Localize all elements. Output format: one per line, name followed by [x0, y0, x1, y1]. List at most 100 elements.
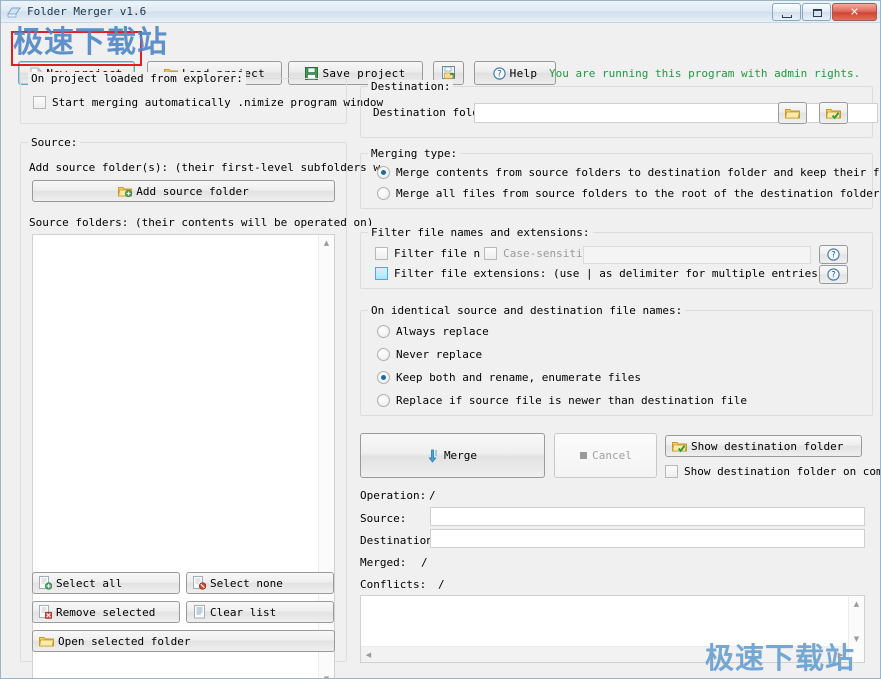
conflicts-value: / [438, 578, 445, 591]
identical-option-1-label: Never replace [396, 348, 483, 361]
destination-folder-input[interactable] [474, 103, 878, 123]
operation-value: / [429, 489, 436, 502]
close-icon: ✕ [849, 5, 860, 19]
replace-if-newer-radio[interactable] [377, 394, 390, 407]
identical-option-3-label: Replace if source file is newer than des… [396, 394, 747, 407]
filter-caption: Filter file names and extensions: [368, 226, 593, 239]
filter-file-names-checkbox[interactable] [375, 247, 388, 260]
identical-option-0-label: Always replace [396, 325, 489, 338]
merge-button[interactable]: Merge [360, 433, 545, 478]
status-destination-label: Destination: [360, 534, 440, 547]
minimize-button[interactable] [772, 3, 801, 21]
merging-type-option-0[interactable]: Merge contents from source folders to de… [377, 166, 881, 179]
identical-option-2-label: Keep both and rename, enumerate files [396, 371, 642, 384]
scroll-left-icon[interactable]: ◀ [361, 648, 376, 662]
status-source-value[interactable] [430, 507, 865, 526]
scroll-up-icon[interactable]: ▲ [319, 235, 334, 250]
select-all-icon [39, 576, 52, 590]
svg-text:?: ? [497, 69, 502, 79]
keep-both-rename-radio[interactable] [377, 371, 390, 384]
cancel-label: Cancel [592, 449, 632, 462]
filter-file-names-help-button[interactable]: ? [819, 245, 848, 264]
folder-merge-icon [7, 5, 22, 20]
status-destination-value[interactable] [430, 529, 865, 548]
question-icon: ? [827, 268, 840, 281]
filter-group: Filter file names and extensions: Filter… [360, 226, 873, 289]
browse-destination-button[interactable] [778, 102, 807, 124]
maximize-button[interactable] [802, 3, 831, 21]
folder-check-icon [826, 107, 841, 120]
identical-option-3[interactable]: Replace if source file is newer than des… [377, 394, 747, 407]
select-none-button[interactable]: Select none [186, 572, 334, 594]
source-folders-hint: Source folders: (their contents will be … [29, 216, 374, 229]
scroll-down-icon[interactable]: ▼ [849, 631, 864, 646]
identical-names-caption: On identical source and destination file… [368, 304, 686, 317]
svg-text:?: ? [831, 271, 836, 281]
show-destination-folder-button[interactable]: Show destination folder [665, 435, 862, 457]
never-replace-radio[interactable] [377, 348, 390, 361]
filter-file-extensions-checkbox[interactable] [375, 267, 388, 280]
merge-flatten-radio[interactable] [377, 187, 390, 200]
destination-caption: Destination: [368, 80, 454, 93]
help-label: Help [509, 66, 538, 80]
identical-option-2[interactable]: Keep both and rename, enumerate files [377, 371, 641, 384]
folder-check-icon [672, 440, 687, 453]
identical-option-1[interactable]: Never replace [377, 348, 482, 361]
merging-type-option-0-label: Merge contents from source folders to de… [396, 166, 881, 179]
toolbar: New project Load project Save project [1, 24, 880, 85]
case-sensitive-label: Case-sensitive [503, 247, 596, 260]
stop-square-icon [579, 451, 588, 460]
scroll-up-icon[interactable]: ▲ [849, 596, 864, 611]
operation-label: Operation: [360, 489, 427, 502]
open-selected-folder-button[interactable]: Open selected folder [32, 630, 335, 652]
clear-list-button[interactable]: Clear list [186, 601, 334, 623]
question-icon: ? [492, 66, 506, 80]
add-source-hint: Add source folder(s): (their first-level… [29, 161, 380, 174]
minimize-icon [782, 15, 792, 18]
source-group: Source: Add source folder(s): (their fir… [20, 136, 380, 678]
admin-rights-notice: You are running this program with admin … [549, 67, 861, 80]
log-horizontal-scrollbar[interactable]: ◀ ▶ [361, 646, 848, 662]
source-caption: Source: [28, 136, 81, 149]
window-controls: ✕ [772, 3, 877, 21]
folder-add-icon [118, 185, 133, 197]
cancel-button[interactable]: Cancel [554, 433, 657, 478]
auto-merge-row[interactable]: Start merging automatically .nimize prog… [33, 96, 383, 109]
always-replace-radio[interactable] [377, 325, 390, 338]
question-icon: ? [827, 248, 840, 261]
merging-type-option-1-label: Merge all files from source folders to t… [396, 187, 880, 200]
filter-file-extensions-help-button[interactable]: ? [819, 265, 848, 284]
auto-merge-label: Start merging automatically .nimize prog… [52, 96, 384, 109]
remove-selected-button[interactable]: Remove selected [32, 601, 180, 623]
scroll-right-icon[interactable]: ▶ [833, 648, 848, 662]
case-sensitive-checkbox[interactable] [484, 247, 498, 260]
show-on-complete-row[interactable]: Show destination folder on comple [665, 465, 880, 478]
log-output[interactable]: ▲ ▼ ◀ ▶ [360, 595, 865, 663]
filter-file-extensions-row[interactable]: Filter file extensions: (use | as delimi… [375, 267, 824, 280]
scroll-down-icon[interactable]: ▼ [319, 671, 334, 679]
destination-group: Destination: Destination fold [360, 80, 878, 138]
select-all-label: Select all [56, 576, 123, 590]
log-vertical-scrollbar[interactable]: ▲ ▼ [848, 596, 864, 662]
merging-type-caption: Merging type: [368, 147, 461, 160]
merge-keep-structure-radio[interactable] [377, 166, 390, 179]
merging-type-option-1[interactable]: Merge all files from source folders to t… [377, 187, 879, 200]
destination-field-label: Destination fold [373, 106, 479, 119]
close-button[interactable]: ✕ [832, 3, 877, 21]
filter-file-names-row[interactable]: Filter file n Case-sensitive [375, 247, 596, 260]
conflicts-label: Conflicts: [360, 578, 427, 591]
confirm-destination-button[interactable] [819, 102, 848, 124]
application-window: Folder Merger v1.6 ✕ New project [0, 0, 881, 679]
merge-arrows-icon [428, 449, 440, 463]
add-source-folder-button[interactable]: Add source folder [32, 180, 335, 202]
show-on-complete-checkbox[interactable] [665, 465, 678, 478]
merged-label: Merged: [360, 556, 407, 569]
on-project-loaded-caption: On project loaded from explorer: [28, 72, 246, 85]
select-all-button[interactable]: Select all [32, 572, 180, 594]
merging-type-group: Merging type: Merge contents from source… [360, 147, 880, 209]
show-destination-folder-label: Show destination folder [691, 439, 844, 453]
filter-file-names-input[interactable] [583, 246, 811, 264]
identical-option-0[interactable]: Always replace [377, 325, 489, 338]
help-button[interactable]: ? Help [474, 61, 556, 85]
auto-merge-checkbox[interactable] [33, 96, 46, 109]
